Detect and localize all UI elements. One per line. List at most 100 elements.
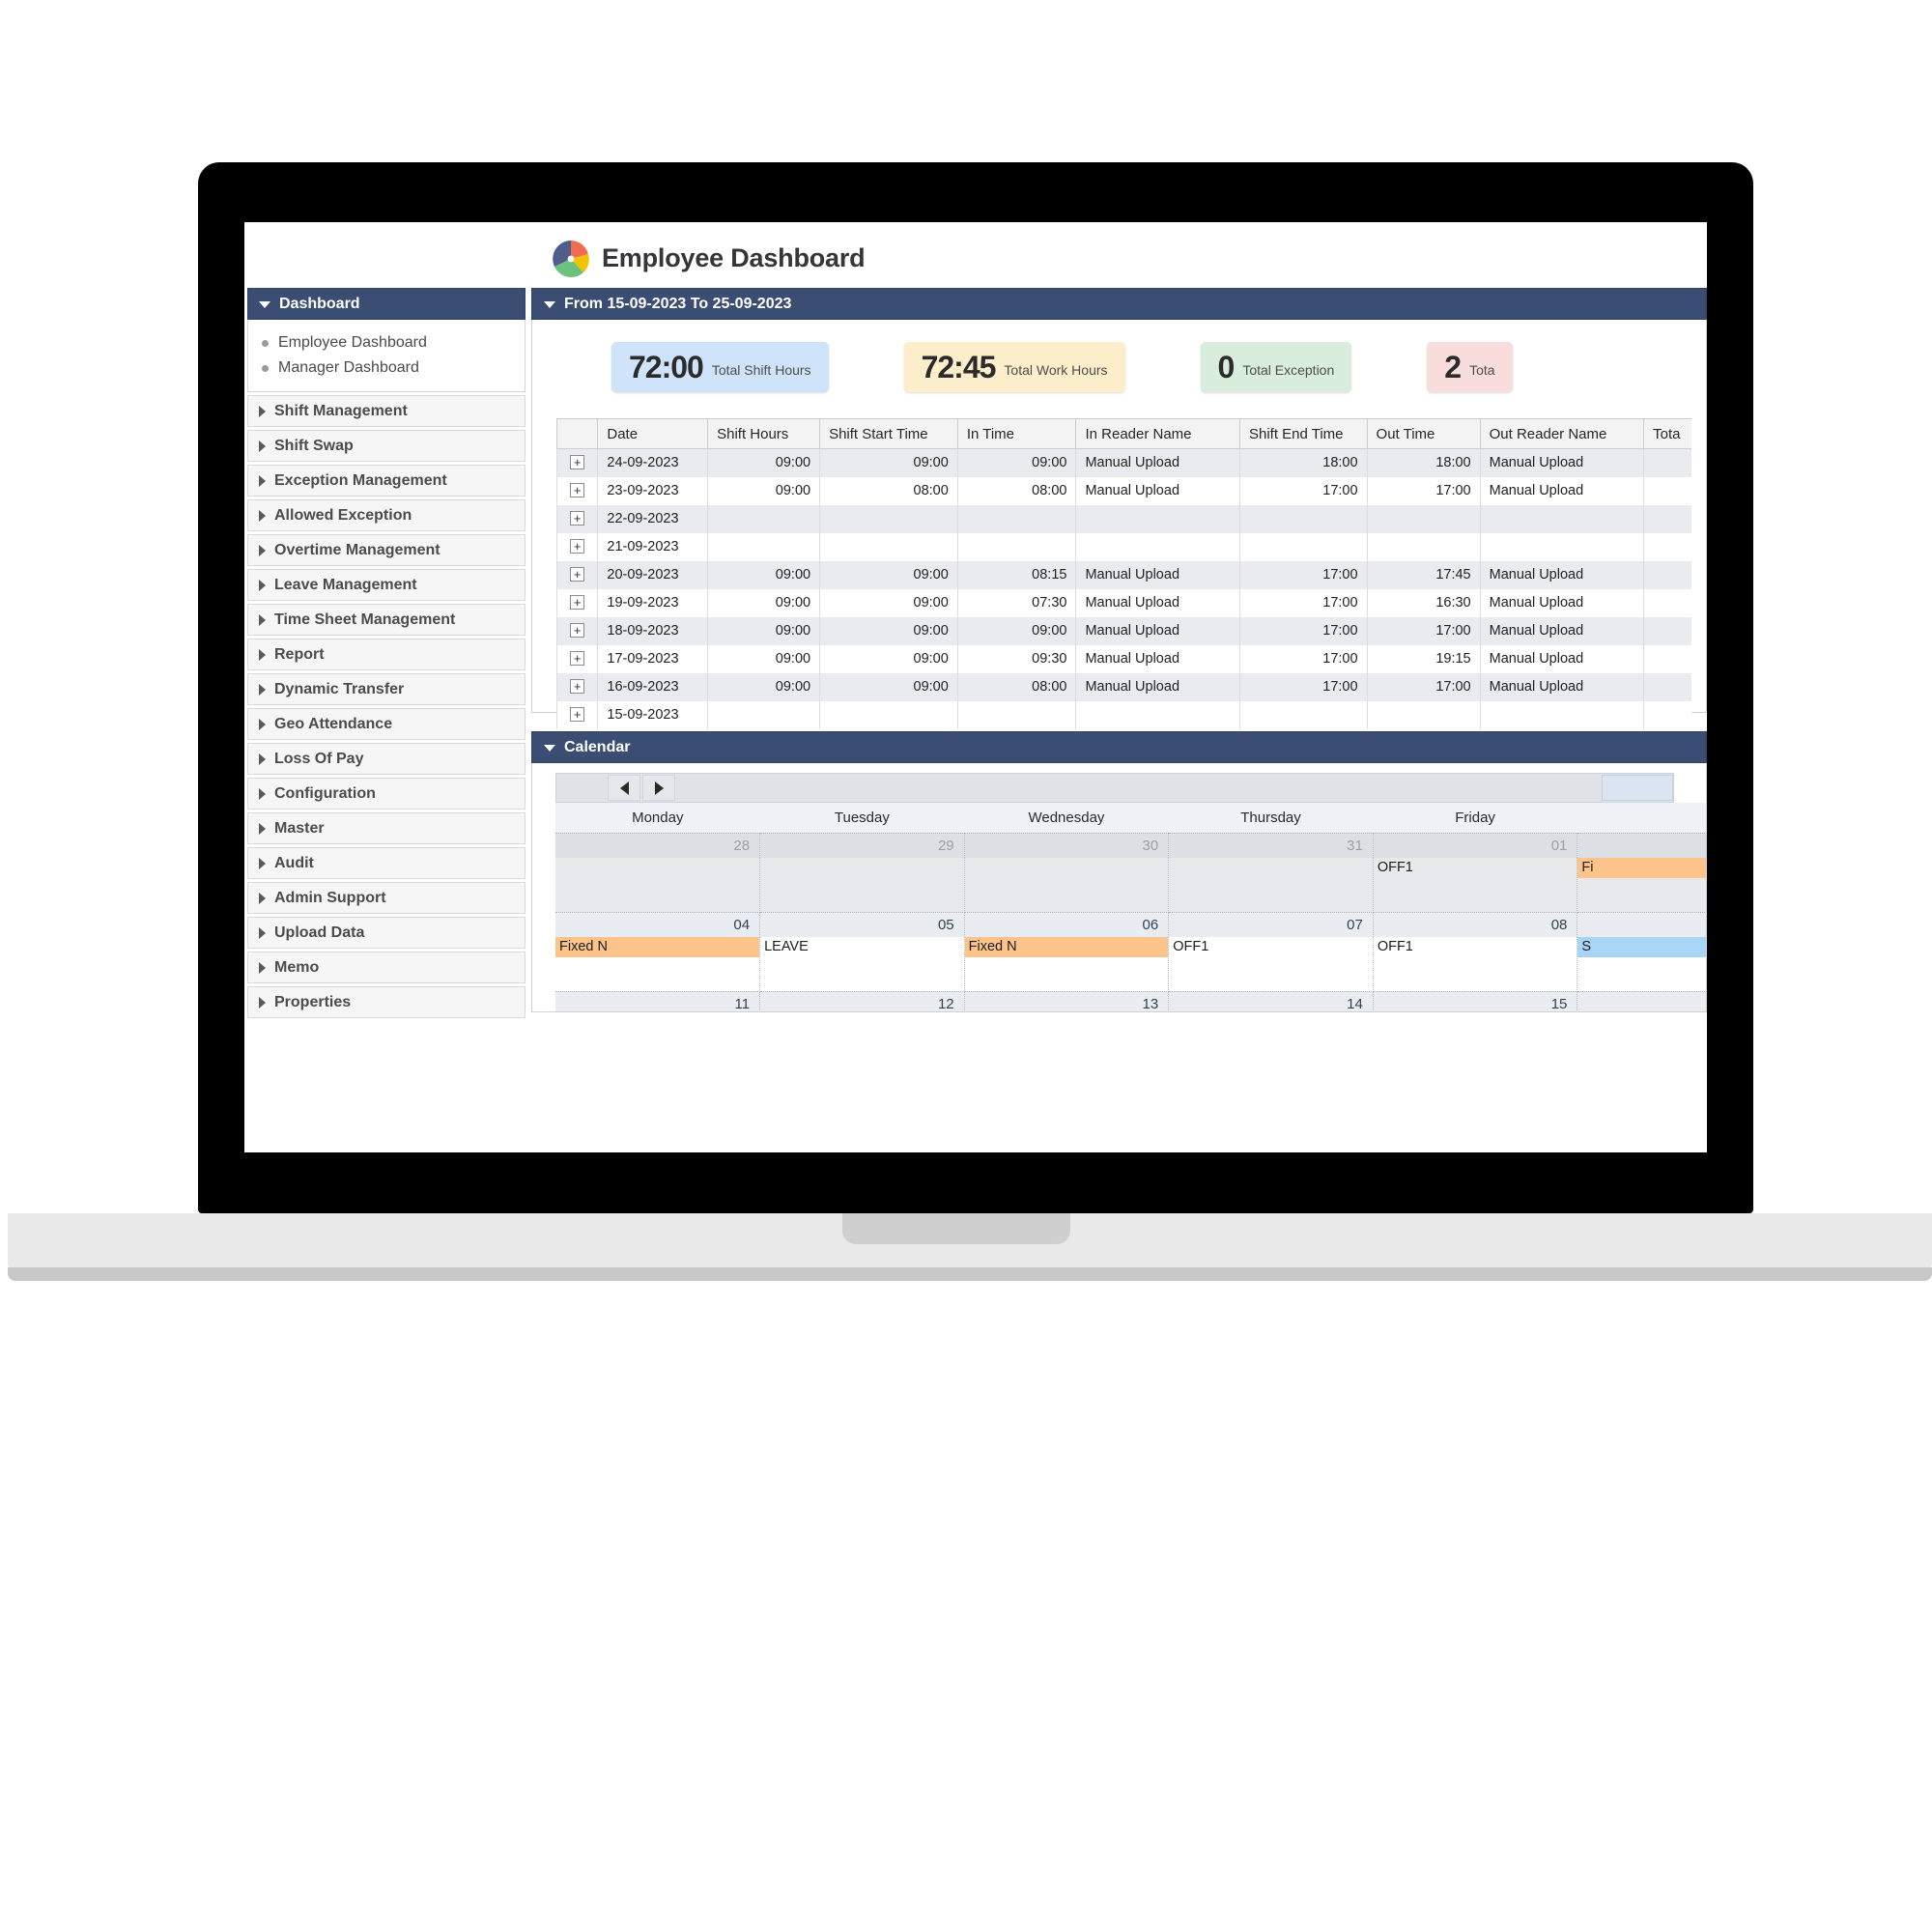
calendar-day-cell[interactable] xyxy=(964,858,1170,913)
row-expand-cell[interactable]: + xyxy=(556,476,599,505)
calendar-event[interactable]: Fixed N xyxy=(555,937,760,957)
calendar-prev-button[interactable] xyxy=(608,775,640,801)
calendar-event[interactable]: OFF1 xyxy=(1169,937,1373,957)
sidebar-item-upload-data[interactable]: Upload Data xyxy=(247,917,526,949)
col-out-time[interactable]: Out Time xyxy=(1366,418,1481,449)
sidebar-item-loss-of-pay[interactable]: Loss Of Pay xyxy=(247,743,526,775)
calendar-date-number[interactable]: 15 xyxy=(1373,991,1578,1011)
calendar-day-cell[interactable]: OFF1 xyxy=(1168,937,1374,992)
plus-box-icon[interactable]: + xyxy=(570,623,585,638)
row-expand-cell[interactable]: + xyxy=(556,644,599,673)
calendar-date-number[interactable]: 31 xyxy=(1168,833,1374,858)
calendar-date-number[interactable] xyxy=(1577,991,1706,1011)
col-total[interactable]: Tota xyxy=(1643,418,1691,449)
col-shift-hours[interactable]: Shift Hours xyxy=(707,418,821,449)
calendar-date-number[interactable]: 06 xyxy=(964,912,1170,937)
calendar-date-number[interactable]: 30 xyxy=(964,833,1170,858)
row-expand-cell[interactable]: + xyxy=(556,560,599,589)
calendar-day-cell[interactable]: OFF1 xyxy=(1373,937,1578,992)
sidebar-item-manager-dashboard[interactable]: Manager Dashboard xyxy=(248,355,525,381)
row-expand-cell[interactable]: + xyxy=(556,672,599,701)
row-expand-cell[interactable]: + xyxy=(556,616,599,645)
calendar-day-cell[interactable]: Fi xyxy=(1577,858,1706,913)
row-expand-cell[interactable]: + xyxy=(556,448,599,477)
calendar-event[interactable]: Fixed N xyxy=(964,937,1169,957)
calendar-date-number[interactable] xyxy=(1577,912,1706,937)
col-shift-start-time[interactable]: Shift Start Time xyxy=(819,418,958,449)
calendar-day-cell[interactable] xyxy=(555,858,761,913)
table-row[interactable]: +17-09-2023 09:00 09:00 09:30 Manual Upload 1… xyxy=(556,644,1691,673)
calendar-date-number[interactable]: 12 xyxy=(759,991,965,1011)
sidebar-item-allowed-exception[interactable]: Allowed Exception xyxy=(247,499,526,531)
sidebar-item-configuration[interactable]: Configuration xyxy=(247,778,526,810)
calendar-day-cell[interactable]: Fixed N xyxy=(555,937,761,992)
sidebar-item-overtime-management[interactable]: Overtime Management xyxy=(247,534,526,566)
sidebar-item-exception-management[interactable]: Exception Management xyxy=(247,465,526,497)
plus-box-icon[interactable]: + xyxy=(570,651,585,666)
calendar-day-cell[interactable] xyxy=(1168,858,1374,913)
calendar-date-number[interactable]: 07 xyxy=(1168,912,1374,937)
calendar-day-cell[interactable]: Fixed N xyxy=(964,937,1170,992)
table-row[interactable]: +18-09-2023 09:00 09:00 09:00 Manual Upload 1… xyxy=(556,616,1691,645)
plus-box-icon[interactable]: + xyxy=(570,511,585,526)
table-row[interactable]: +22-09-2023 xyxy=(556,504,1691,533)
calendar-date-number[interactable]: 04 xyxy=(555,912,761,937)
plus-box-icon[interactable]: + xyxy=(570,483,585,497)
sidebar-item-dashboard[interactable]: Dashboard xyxy=(247,288,526,320)
summary-panel-header[interactable]: From 15-09-2023 To 25-09-2023 xyxy=(531,288,1707,320)
row-expand-cell[interactable]: + xyxy=(556,588,599,617)
sidebar-item-report[interactable]: Report xyxy=(247,639,526,670)
sidebar-item-leave-management[interactable]: Leave Management xyxy=(247,569,526,601)
calendar-day-cell[interactable] xyxy=(759,858,965,913)
calendar-event[interactable]: LEAVE xyxy=(760,937,964,957)
calendar-event[interactable]: Fi xyxy=(1577,858,1706,878)
sidebar-item-dynamic-transfer[interactable]: Dynamic Transfer xyxy=(247,673,526,705)
calendar-event[interactable]: OFF1 xyxy=(1374,937,1577,957)
plus-box-icon[interactable]: + xyxy=(570,539,585,554)
calendar-date-number[interactable]: 13 xyxy=(964,991,1170,1011)
calendar-day-cell[interactable]: LEAVE xyxy=(759,937,965,992)
sidebar-item-shift-management[interactable]: Shift Management xyxy=(247,395,526,427)
plus-box-icon[interactable]: + xyxy=(570,567,585,582)
sidebar-item-properties[interactable]: Properties xyxy=(247,986,526,1018)
sidebar-item-master[interactable]: Master xyxy=(247,812,526,844)
row-expand-cell[interactable]: + xyxy=(556,532,599,561)
sidebar-item-geo-attendance[interactable]: Geo Attendance xyxy=(247,708,526,740)
table-row[interactable]: +21-09-2023 xyxy=(556,532,1691,561)
plus-box-icon[interactable]: + xyxy=(570,679,585,694)
calendar-day-cell[interactable]: S xyxy=(1577,937,1706,992)
col-in-time[interactable]: In Time xyxy=(956,418,1077,449)
col-shift-end-time[interactable]: Shift End Time xyxy=(1238,418,1368,449)
table-row[interactable]: +15-09-2023 xyxy=(556,700,1691,729)
row-expand-cell[interactable]: + xyxy=(556,504,599,533)
sidebar-item-memo[interactable]: Memo xyxy=(247,952,526,983)
calendar-panel-header[interactable]: Calendar xyxy=(531,731,1707,763)
calendar-next-button[interactable] xyxy=(642,775,675,801)
calendar-event[interactable]: OFF1 xyxy=(1374,858,1577,878)
table-row[interactable]: +20-09-2023 09:00 09:00 08:15 Manual Upload 1… xyxy=(556,560,1691,589)
calendar-date-number[interactable] xyxy=(1577,833,1706,858)
calendar-date-number[interactable]: 11 xyxy=(555,991,761,1011)
table-row[interactable]: +16-09-2023 09:00 09:00 08:00 Manual Upload 1… xyxy=(556,672,1691,701)
calendar-date-number[interactable]: 28 xyxy=(555,833,761,858)
row-expand-cell[interactable]: + xyxy=(556,700,599,729)
sidebar-item-admin-support[interactable]: Admin Support xyxy=(247,882,526,914)
calendar-date-number[interactable]: 01 xyxy=(1373,833,1578,858)
calendar-date-number[interactable]: 14 xyxy=(1168,991,1374,1011)
plus-box-icon[interactable]: + xyxy=(570,707,585,722)
sidebar-item-shift-swap[interactable]: Shift Swap xyxy=(247,430,526,462)
col-in-reader-name[interactable]: In Reader Name xyxy=(1075,418,1240,449)
table-row[interactable]: +24-09-2023 09:00 09:00 09:00 Manual Upload 1… xyxy=(556,448,1691,477)
table-row[interactable]: +19-09-2023 09:00 09:00 07:30 Manual Upload 1… xyxy=(556,588,1691,617)
plus-box-icon[interactable]: + xyxy=(570,455,585,470)
sidebar-item-audit[interactable]: Audit xyxy=(247,847,526,879)
col-out-reader-name[interactable]: Out Reader Name xyxy=(1479,418,1645,449)
attendance-table-scroll[interactable]: Date Shift Hours Shift Start Time In Tim… xyxy=(556,418,1691,729)
sidebar-item-time-sheet-management[interactable]: Time Sheet Management xyxy=(247,604,526,636)
calendar-view-toggle[interactable] xyxy=(1602,775,1673,801)
col-date[interactable]: Date xyxy=(597,418,709,449)
calendar-date-number[interactable]: 08 xyxy=(1373,912,1578,937)
calendar-event[interactable]: S xyxy=(1577,937,1706,957)
calendar-day-cell[interactable]: OFF1 xyxy=(1373,858,1578,913)
sidebar-item-employee-dashboard[interactable]: Employee Dashboard xyxy=(248,330,525,355)
